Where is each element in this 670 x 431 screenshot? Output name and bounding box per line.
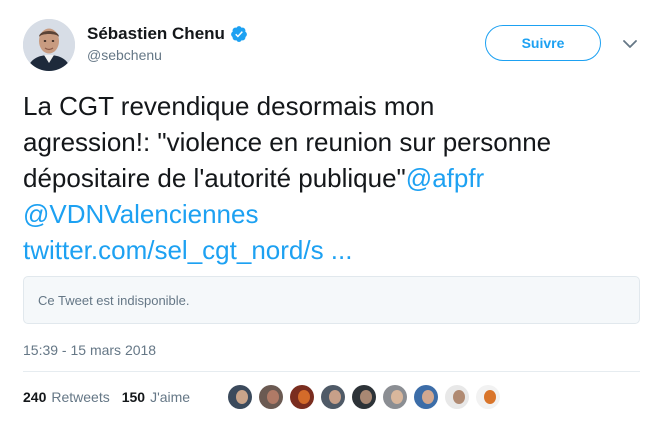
- author-name-row: Sébastien Chenu: [87, 24, 248, 44]
- person-avatar-icon: [352, 385, 376, 409]
- tweet-text-line: agression!: "violence en reunion sur per…: [23, 127, 552, 157]
- tweet-header: Sébastien Chenu @sebchenu Suivre: [23, 19, 653, 75]
- retweets-count[interactable]: 240: [23, 389, 46, 405]
- unavailable-message: Ce Tweet est indisponible.: [38, 292, 190, 308]
- liker-avatar[interactable]: [474, 383, 502, 411]
- quoted-tweet-unavailable-card: Ce Tweet est indisponible.: [23, 276, 640, 324]
- tweet-text-line: dépositaire de l'autorité publique"@afpf…: [23, 160, 653, 196]
- liker-avatar[interactable]: [257, 383, 285, 411]
- tweet-timestamp[interactable]: 15:39 - 15 mars 2018: [23, 342, 156, 358]
- liker-avatar[interactable]: [381, 383, 409, 411]
- retweets-label[interactable]: Retweets: [51, 389, 109, 405]
- verified-badge-icon: [231, 26, 247, 42]
- person-avatar-icon: [476, 385, 500, 409]
- tweet-text-line: La CGT revendique desormais mon: [23, 91, 435, 121]
- divider: [23, 371, 640, 372]
- person-avatar-icon: [228, 385, 252, 409]
- follow-button[interactable]: Suivre: [485, 25, 601, 61]
- author-name[interactable]: Sébastien Chenu: [87, 24, 225, 44]
- person-avatar-icon: [445, 385, 469, 409]
- person-avatar-icon: [23, 19, 75, 71]
- liker-avatar[interactable]: [412, 383, 440, 411]
- person-avatar-icon: [414, 385, 438, 409]
- tweet-text-segment: dépositaire de l'autorité publique": [23, 163, 406, 193]
- liker-avatar[interactable]: [350, 383, 378, 411]
- person-avatar-icon: [290, 385, 314, 409]
- tweet-text: La CGT revendique desormais mon agressio…: [23, 88, 653, 268]
- likes-count[interactable]: 150: [122, 389, 145, 405]
- mention-afpfr-link[interactable]: @afpfr: [406, 163, 484, 193]
- liker-avatar[interactable]: [288, 383, 316, 411]
- chevron-down-icon[interactable]: [621, 35, 639, 53]
- mention-vdnvalenciennes-link[interactable]: @VDNValenciennes: [23, 199, 258, 229]
- author-handle[interactable]: @sebchenu: [87, 47, 248, 63]
- liker-avatar[interactable]: [226, 383, 254, 411]
- tweet-text-line: @VDNValenciennes: [23, 196, 653, 232]
- tweet-url-link[interactable]: twitter.com/sel_cgt_nord/s ...: [23, 235, 352, 265]
- liker-avatars: [226, 383, 505, 413]
- person-avatar-icon: [383, 385, 407, 409]
- author-names: Sébastien Chenu @sebchenu: [87, 24, 248, 63]
- person-avatar-icon: [259, 385, 283, 409]
- liker-avatar[interactable]: [319, 383, 347, 411]
- author-avatar[interactable]: [23, 19, 75, 71]
- person-avatar-icon: [321, 385, 345, 409]
- liker-avatar[interactable]: [443, 383, 471, 411]
- likes-label[interactable]: J'aime: [150, 389, 190, 405]
- tweet-stats: 240 Retweets 150 J'aime: [23, 389, 190, 405]
- tweet-text-line: twitter.com/sel_cgt_nord/s ...: [23, 232, 653, 268]
